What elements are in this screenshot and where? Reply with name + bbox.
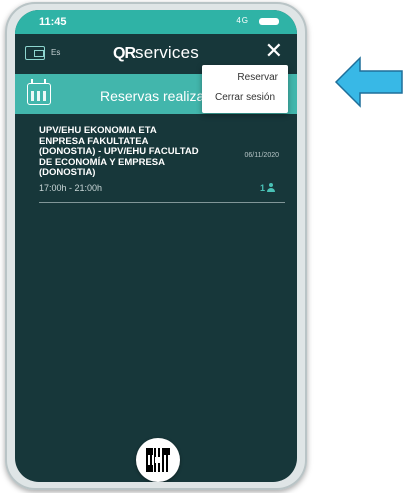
status-bar: 11:45 4G [15,10,297,34]
menu-item-reservar-label: Reservar [237,72,278,83]
network-indicator: 4G [236,16,249,25]
divider [39,202,285,203]
brand-logo: QRservices [113,43,199,63]
reservation-title: UPV/EHU EKONOMIA ETA ENPRESA FAKULTATEA … [39,125,199,178]
close-icon[interactable]: ✕ [265,41,283,63]
brand-suffix: services [135,43,199,62]
status-time: 11:45 [39,16,67,28]
overflow-menu: Reservar Cerrar sesión [202,65,288,113]
menu-item-cerrar-sesion[interactable]: Cerrar sesión [202,89,288,109]
qr-code-icon [146,448,170,472]
language-icon[interactable] [25,46,45,60]
battery-icon [259,18,279,25]
qr-button[interactable] [136,438,180,482]
persons-count: 1 [259,183,265,193]
calendar-icon [27,79,51,105]
menu-item-cerrar-sesion-label: Cerrar sesión [214,92,276,103]
menu-item-reservar[interactable]: Reservar [202,69,288,89]
reservation-persons: 1 [260,183,275,193]
reservation-item[interactable]: UPV/EHU EKONOMIA ETA ENPRESA FAKULTATEA … [27,120,285,206]
person-icon [267,183,275,192]
pointer-arrow-icon [334,56,403,108]
reservation-date: 06/11/2020 [244,152,279,159]
language-label[interactable]: Es [51,48,60,57]
reservation-time: 17:00h - 21:00h [39,183,103,193]
brand-mark: QR [113,45,136,62]
